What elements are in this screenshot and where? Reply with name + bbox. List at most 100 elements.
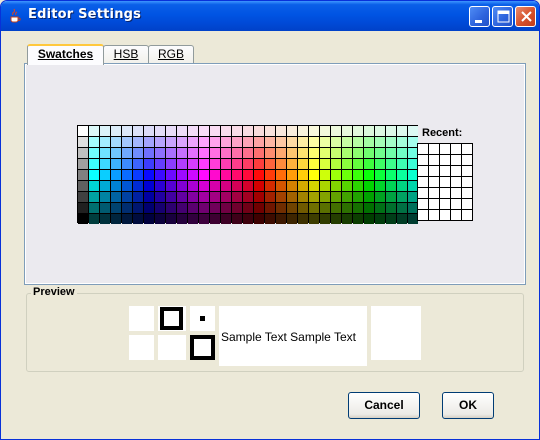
recent-cell[interactable] [462,177,472,187]
swatch-cell[interactable] [309,214,319,224]
swatch-cell[interactable] [89,137,99,147]
swatch-cell[interactable] [265,203,275,213]
swatch-cell[interactable] [364,192,374,202]
recent-cell[interactable] [429,166,439,176]
swatch-cell[interactable] [254,126,264,136]
swatch-cell[interactable] [155,181,165,191]
swatch-cell[interactable] [342,203,352,213]
swatch-cell[interactable] [397,181,407,191]
swatch-cell[interactable] [155,214,165,224]
swatch-cell[interactable] [166,181,176,191]
swatch-cell[interactable] [375,203,385,213]
recent-cell[interactable] [429,210,439,220]
swatch-cell[interactable] [265,192,275,202]
swatch-cell[interactable] [100,159,110,169]
swatch-cell[interactable] [199,192,209,202]
swatch-cell[interactable] [386,137,396,147]
swatch-cell[interactable] [298,148,308,158]
recent-cell[interactable] [462,155,472,165]
swatch-cell[interactable] [188,181,198,191]
recent-cell[interactable] [440,188,450,198]
swatch-cell[interactable] [133,137,143,147]
swatch-cell[interactable] [276,159,286,169]
swatch-cell[interactable] [78,170,88,180]
swatch-cell[interactable] [265,170,275,180]
swatch-cell[interactable] [232,203,242,213]
swatch-cell[interactable] [287,203,297,213]
maximize-button[interactable] [492,6,513,27]
swatch-cell[interactable] [408,126,418,136]
swatch-cell[interactable] [342,214,352,224]
swatch-cell[interactable] [298,159,308,169]
recent-cell[interactable] [429,177,439,187]
swatch-cell[interactable] [133,214,143,224]
tab-hsb[interactable]: HSB [103,45,149,64]
swatch-cell[interactable] [298,214,308,224]
swatch-cell[interactable] [342,159,352,169]
swatch-cell[interactable] [177,137,187,147]
swatch-cell[interactable] [353,159,363,169]
swatch-cell[interactable] [111,159,121,169]
recent-cell[interactable] [451,144,461,154]
swatch-cell[interactable] [122,192,132,202]
swatch-cell[interactable] [100,137,110,147]
swatch-cell[interactable] [188,203,198,213]
swatch-cell[interactable] [243,137,253,147]
swatch-cell[interactable] [331,192,341,202]
swatch-cell[interactable] [320,170,330,180]
swatch-cell[interactable] [78,148,88,158]
recent-cell[interactable] [440,177,450,187]
swatch-cell[interactable] [353,203,363,213]
swatch-cell[interactable] [188,126,198,136]
swatch-cell[interactable] [243,214,253,224]
swatch-cell[interactable] [397,159,407,169]
swatch-cell[interactable] [254,148,264,158]
swatch-cell[interactable] [309,137,319,147]
recent-cell[interactable] [462,188,472,198]
swatch-cell[interactable] [320,159,330,169]
swatch-cell[interactable] [78,214,88,224]
swatch-cell[interactable] [331,214,341,224]
swatch-cell[interactable] [342,181,352,191]
swatch-cell[interactable] [111,126,121,136]
swatch-cell[interactable] [320,192,330,202]
swatch-cell[interactable] [144,159,154,169]
swatch-cell[interactable] [320,214,330,224]
swatch-cell[interactable] [320,203,330,213]
swatch-cell[interactable] [100,170,110,180]
swatch-cell[interactable] [177,126,187,136]
swatch-cell[interactable] [364,203,374,213]
swatch-cell[interactable] [287,159,297,169]
swatch-cell[interactable] [221,148,231,158]
swatch-cell[interactable] [199,170,209,180]
swatch-cell[interactable] [276,181,286,191]
swatch-cell[interactable] [177,203,187,213]
swatch-cell[interactable] [144,181,154,191]
swatch-cell[interactable] [342,148,352,158]
swatch-cell[interactable] [353,214,363,224]
recent-cell[interactable] [418,166,428,176]
swatch-cell[interactable] [166,170,176,180]
swatch-cell[interactable] [386,181,396,191]
swatch-cell[interactable] [122,126,132,136]
swatch-cell[interactable] [155,126,165,136]
recent-cell[interactable] [418,210,428,220]
swatch-cell[interactable] [122,148,132,158]
swatch-cell[interactable] [397,126,407,136]
swatch-cell[interactable] [397,214,407,224]
swatch-cell[interactable] [133,192,143,202]
swatch-cell[interactable] [166,192,176,202]
swatch-palette[interactable] [77,125,418,224]
swatch-cell[interactable] [210,170,220,180]
swatch-cell[interactable] [122,203,132,213]
swatch-cell[interactable] [111,192,121,202]
swatch-cell[interactable] [133,159,143,169]
recent-cell[interactable] [451,155,461,165]
swatch-cell[interactable] [254,214,264,224]
tab-rgb[interactable]: RGB [148,45,194,64]
swatch-cell[interactable] [287,148,297,158]
ok-button[interactable]: OK [442,392,494,419]
swatch-cell[interactable] [254,170,264,180]
swatch-cell[interactable] [188,214,198,224]
swatch-cell[interactable] [375,214,385,224]
